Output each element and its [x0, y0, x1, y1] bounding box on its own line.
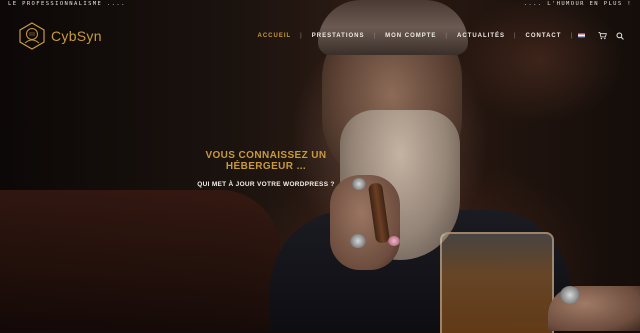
- logo-icon: [19, 22, 45, 50]
- hero-whisky-glass: [440, 232, 554, 333]
- hero-figure-hand: [330, 175, 400, 270]
- uk-flag-icon[interactable]: [578, 33, 585, 38]
- site-logo[interactable]: CybSyn: [18, 22, 102, 50]
- top-announcement-bar: LE PROFESSIONNALISME .... .... L'HUMOUR …: [0, 0, 640, 9]
- hero-ring: [352, 178, 366, 190]
- couch-backdrop: [0, 190, 280, 331]
- nav-item-actualites[interactable]: ACTUALITÉS: [448, 33, 514, 39]
- hero-headline-line2: HÉBERGEUR ...: [225, 161, 307, 172]
- nav-item-accueil[interactable]: ACCUEIL: [249, 33, 301, 39]
- hero-ring: [388, 236, 400, 246]
- nav-item-mon-compte[interactable]: MON COMPTE: [376, 33, 445, 39]
- search-icon[interactable]: [615, 31, 624, 40]
- hero-headline: VOUS CONNAISSEZ UN HÉBERGEUR ...: [196, 150, 336, 172]
- hero-ring: [560, 286, 580, 304]
- hero-headline-line1: VOUS CONNAISSEZ UN: [205, 150, 327, 161]
- main-nav: ACCUEIL | PRESTATIONS | MON COMPTE | ACT…: [249, 31, 629, 40]
- nav-separator: |: [570, 32, 573, 39]
- cart-icon[interactable]: [598, 31, 607, 40]
- nav-item-contact[interactable]: CONTACT: [517, 33, 571, 39]
- brand-name: CybSyn: [51, 28, 102, 44]
- hero-ring: [350, 234, 366, 248]
- nav-item-prestations[interactable]: PRESTATIONS: [303, 33, 374, 39]
- hero-subline: QUI MET À JOUR VOTRE WORDPRESS ?: [197, 181, 335, 188]
- topbar-right-text: .... L'HUMOUR EN PLUS !: [523, 1, 632, 7]
- topbar-left-text: LE PROFESSIONNALISME ....: [8, 1, 126, 7]
